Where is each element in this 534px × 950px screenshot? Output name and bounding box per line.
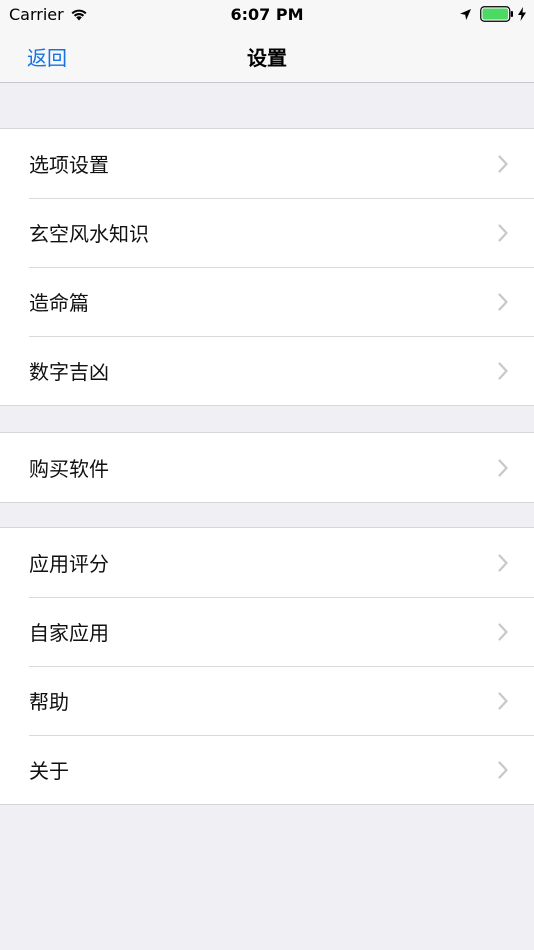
chevron-right-icon	[498, 553, 508, 572]
settings-item-fengshui-knowledge[interactable]: 玄空风水知识	[0, 198, 534, 267]
settings-item-label: 造命篇	[29, 291, 89, 315]
settings-item-own-apps[interactable]: 自家应用	[0, 597, 534, 666]
settings-item-number-fortune[interactable]: 数字吉凶	[0, 336, 534, 405]
chevron-right-icon	[498, 622, 508, 641]
settings-item-help[interactable]: 帮助	[0, 666, 534, 735]
chevron-right-icon	[498, 760, 508, 779]
chevron-right-icon	[498, 292, 508, 311]
settings-item-about[interactable]: 关于	[0, 735, 534, 804]
battery-icon	[480, 6, 513, 22]
chevron-right-icon	[498, 691, 508, 710]
settings-item-label: 购买软件	[29, 457, 109, 481]
settings-item-options[interactable]: 选项设置	[0, 129, 534, 198]
settings-item-label: 数字吉凶	[29, 360, 109, 384]
settings-item-label: 关于	[29, 759, 69, 783]
location-arrow-icon	[460, 8, 471, 20]
charging-bolt-icon	[518, 7, 526, 21]
settings-group-1: 选项设置 玄空风水知识 造命篇 数字吉凶	[0, 128, 534, 406]
navigation-bar: 返回 设置	[0, 28, 534, 83]
settings-group-2: 购买软件	[0, 432, 534, 503]
settings-item-label: 应用评分	[29, 552, 109, 576]
settings-item-label: 玄空风水知识	[29, 222, 149, 246]
chevron-right-icon	[498, 361, 508, 380]
chevron-right-icon	[498, 154, 508, 173]
settings-item-label: 选项设置	[29, 153, 109, 177]
page-title: 设置	[247, 46, 287, 70]
status-bar-right	[451, 6, 526, 22]
settings-item-rate-app[interactable]: 应用评分	[0, 528, 534, 597]
settings-group-3: 应用评分 自家应用 帮助 关于	[0, 527, 534, 805]
settings-item-destiny[interactable]: 造命篇	[0, 267, 534, 336]
settings-item-purchase[interactable]: 购买软件	[0, 433, 534, 502]
chevron-right-icon	[498, 458, 508, 477]
settings-item-label: 帮助	[29, 690, 69, 714]
chevron-right-icon	[498, 223, 508, 242]
status-bar: Carrier 6:07 PM	[0, 0, 534, 28]
settings-item-label: 自家应用	[29, 621, 109, 645]
